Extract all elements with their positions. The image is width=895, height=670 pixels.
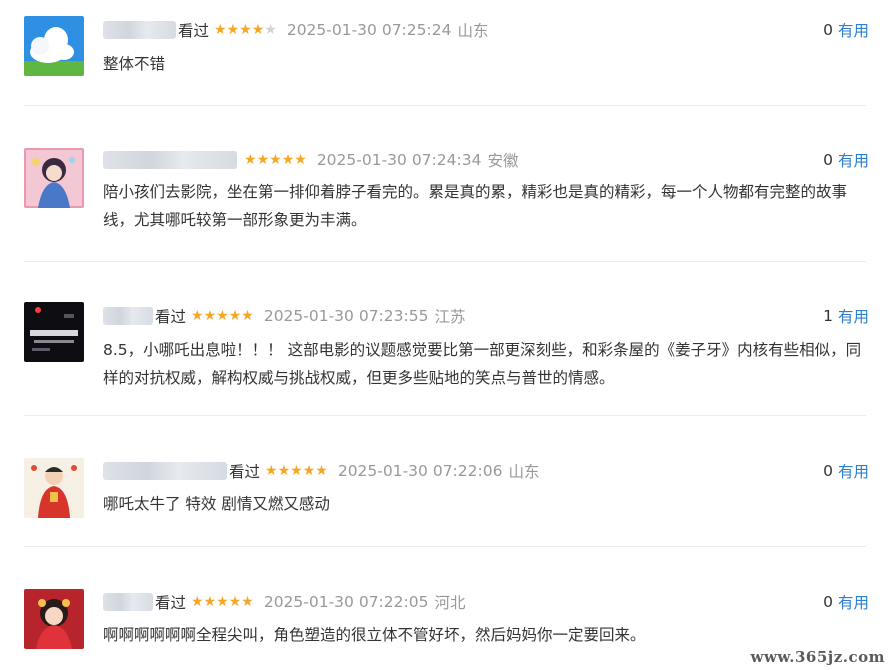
star-filled-icon: ★ bbox=[241, 308, 254, 324]
star-filled-icon: ★ bbox=[214, 22, 227, 38]
star-filled-icon: ★ bbox=[251, 22, 265, 38]
star-filled-icon: ★ bbox=[256, 152, 270, 168]
review-time: 2025-01-30 07:22:05 bbox=[263, 593, 429, 611]
useful-button[interactable]: 0 有用 bbox=[823, 459, 869, 483]
star-filled-icon: ★ bbox=[290, 463, 303, 479]
review-meta: 看过 ★ ★ ★ ★ ★ 2025-01-30 07:22:05 河北 bbox=[103, 590, 465, 614]
username-blur bbox=[103, 593, 153, 611]
star-filled-icon: ★ bbox=[241, 594, 254, 610]
star-filled-icon: ★ bbox=[228, 594, 242, 610]
star-filled-icon: ★ bbox=[269, 152, 282, 168]
cloud-sky-icon bbox=[24, 16, 84, 76]
review-time: 2025-01-30 07:25:24 bbox=[286, 21, 452, 39]
user-avatar[interactable] bbox=[24, 148, 84, 208]
useful-count: 1 bbox=[823, 307, 833, 325]
site-watermark: www.365jz.com bbox=[750, 648, 885, 666]
useful-count: 0 bbox=[823, 21, 833, 39]
review-content: 哪吒太牛了 特效 剧情又燃又感动 bbox=[103, 495, 330, 513]
star-filled-icon: ★ bbox=[216, 308, 229, 324]
username[interactable] bbox=[103, 148, 237, 172]
star-filled-icon: ★ bbox=[191, 594, 204, 610]
user-avatar[interactable] bbox=[24, 16, 84, 76]
review-region: 山东 bbox=[457, 22, 489, 40]
star-filled-icon: ★ bbox=[302, 463, 316, 479]
seen-label: 看过 bbox=[229, 463, 261, 481]
rating-stars: ★ ★ ★ ★ ★ bbox=[214, 23, 277, 37]
review-time: 2025-01-30 07:22:06 bbox=[337, 462, 503, 480]
review-content: 陪小孩们去影院，坐在第一排仰着脖子看完的。累是真的累，精彩也是真的精彩，每一个人… bbox=[103, 183, 848, 229]
useful-label: 有用 bbox=[837, 22, 869, 40]
rating-stars: ★ ★ ★ ★ ★ bbox=[191, 309, 254, 323]
seen-label: 看过 bbox=[178, 22, 210, 40]
review-region: 安徽 bbox=[487, 152, 519, 170]
new-year-figure-icon bbox=[24, 458, 84, 518]
username[interactable] bbox=[103, 590, 153, 614]
seen-label: 看过 bbox=[155, 594, 187, 612]
username-blur bbox=[103, 21, 176, 39]
star-filled-icon: ★ bbox=[228, 308, 242, 324]
star-filled-icon: ★ bbox=[216, 594, 229, 610]
star-filled-icon: ★ bbox=[239, 22, 252, 38]
useful-label: 有用 bbox=[837, 463, 869, 481]
review-meta: 看过 ★ ★ ★ ★ ★ 2025-01-30 07:23:55 江苏 bbox=[103, 304, 465, 328]
username[interactable] bbox=[103, 459, 227, 483]
username-blur bbox=[103, 151, 237, 169]
star-filled-icon: ★ bbox=[315, 463, 328, 479]
useful-button[interactable]: 0 有用 bbox=[823, 590, 869, 614]
username-blur bbox=[103, 307, 153, 325]
user-avatar[interactable] bbox=[24, 589, 84, 649]
review-region: 河北 bbox=[434, 594, 466, 612]
useful-button[interactable]: 0 有用 bbox=[823, 148, 869, 172]
review-content: 整体不错 bbox=[103, 55, 166, 73]
review-content: 8.5，小哪吒出息啦！！！ 这部电影的议题感觉要比第一部更深刻些，和彩条屋的《姜… bbox=[103, 341, 862, 387]
rating-stars: ★ ★ ★ ★ ★ bbox=[191, 595, 254, 609]
username[interactable] bbox=[103, 18, 176, 42]
star-filled-icon: ★ bbox=[203, 594, 217, 610]
divider bbox=[24, 415, 866, 416]
review-meta: ★ ★ ★ ★ ★ 2025-01-30 07:24:34 安徽 bbox=[103, 148, 518, 172]
username-blur bbox=[103, 462, 227, 480]
divider bbox=[24, 261, 866, 262]
useful-count: 0 bbox=[823, 462, 833, 480]
night-city-icon bbox=[24, 302, 84, 362]
girl-red-dress-icon bbox=[24, 589, 84, 649]
useful-button[interactable]: 0 有用 bbox=[823, 18, 869, 42]
user-avatar[interactable] bbox=[24, 458, 84, 518]
star-filled-icon: ★ bbox=[226, 22, 240, 38]
review-content: 啊啊啊啊啊啊全程尖叫，角色塑造的很立体不管好坏，然后妈妈你一定要回来。 bbox=[103, 626, 646, 644]
star-filled-icon: ★ bbox=[244, 152, 257, 168]
seen-label: 看过 bbox=[155, 308, 187, 326]
review-region: 山东 bbox=[508, 463, 540, 481]
star-empty-icon: ★ bbox=[264, 22, 277, 38]
useful-count: 0 bbox=[823, 151, 833, 169]
star-filled-icon: ★ bbox=[277, 463, 291, 479]
useful-count: 0 bbox=[823, 593, 833, 611]
useful-button[interactable]: 1 有用 bbox=[823, 304, 869, 328]
user-avatar[interactable] bbox=[24, 302, 84, 362]
review-time: 2025-01-30 07:24:34 bbox=[316, 151, 482, 169]
star-filled-icon: ★ bbox=[203, 308, 217, 324]
username[interactable] bbox=[103, 304, 153, 328]
star-filled-icon: ★ bbox=[294, 152, 307, 168]
review-meta: 看过 ★ ★ ★ ★ ★ 2025-01-30 07:22:06 山东 bbox=[103, 459, 539, 483]
star-filled-icon: ★ bbox=[281, 152, 295, 168]
review-time: 2025-01-30 07:23:55 bbox=[263, 307, 429, 325]
anime-girl-icon bbox=[24, 148, 84, 208]
divider bbox=[24, 546, 866, 547]
review-region: 江苏 bbox=[434, 308, 466, 326]
star-filled-icon: ★ bbox=[265, 463, 278, 479]
review-meta: 看过 ★ ★ ★ ★ ★ 2025-01-30 07:25:24 山东 bbox=[103, 18, 488, 42]
rating-stars: ★ ★ ★ ★ ★ bbox=[244, 153, 307, 167]
useful-label: 有用 bbox=[837, 308, 869, 326]
useful-label: 有用 bbox=[837, 152, 869, 170]
useful-label: 有用 bbox=[837, 594, 869, 612]
divider bbox=[24, 105, 866, 106]
rating-stars: ★ ★ ★ ★ ★ bbox=[265, 464, 328, 478]
star-filled-icon: ★ bbox=[191, 308, 204, 324]
